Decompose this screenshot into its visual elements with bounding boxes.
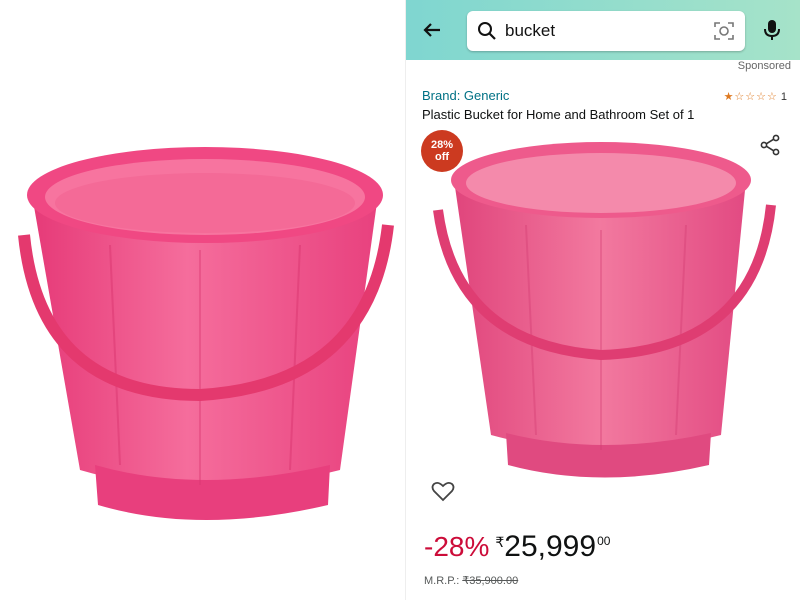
shopping-app-screen: bucket Sponsored Brand: Generic ★☆☆☆☆ 1 … — [405, 0, 800, 600]
search-icon — [478, 22, 496, 40]
microphone-icon[interactable] — [760, 18, 784, 42]
currency-symbol: ₹ — [495, 534, 505, 550]
search-input[interactable]: bucket — [467, 11, 745, 51]
back-arrow-icon[interactable] — [420, 18, 444, 42]
search-query-text: bucket — [505, 21, 556, 40]
price-cents: 00 — [597, 534, 611, 548]
discount-badge: 28% off — [421, 130, 463, 172]
search-header-bar: bucket — [406, 0, 800, 60]
discount-badge-percent: 28% — [430, 139, 454, 151]
star-rating-icons: ★☆☆☆☆ — [723, 91, 778, 103]
mrp-line: M.R.P.: ₹35,900.00 — [424, 574, 518, 587]
rating[interactable]: ★☆☆☆☆ 1 — [723, 90, 787, 104]
brand-link[interactable]: Brand: Generic — [422, 88, 509, 103]
rating-count: 1 — [780, 90, 787, 103]
heart-icon[interactable] — [430, 478, 456, 504]
camera-lens-icon[interactable] — [713, 20, 735, 42]
mrp-label: M.R.P.: — [424, 575, 460, 587]
bucket-photo-left — [18, 147, 394, 520]
share-icon[interactable] — [759, 134, 781, 156]
sponsored-label: Sponsored — [737, 60, 791, 72]
product-title[interactable]: Plastic Bucket for Home and Bathroom Set… — [422, 107, 694, 122]
discount-badge-off: off — [434, 151, 450, 163]
left-product-photo-panel — [0, 0, 405, 600]
bucket-photo-right[interactable] — [426, 135, 786, 490]
mrp-value: ₹35,900.00 — [462, 575, 519, 587]
price-amount: 25,999 — [504, 530, 597, 563]
price-row: -28% ₹ 25,999 00 — [424, 530, 610, 564]
discount-percent: -28% — [424, 531, 490, 562]
